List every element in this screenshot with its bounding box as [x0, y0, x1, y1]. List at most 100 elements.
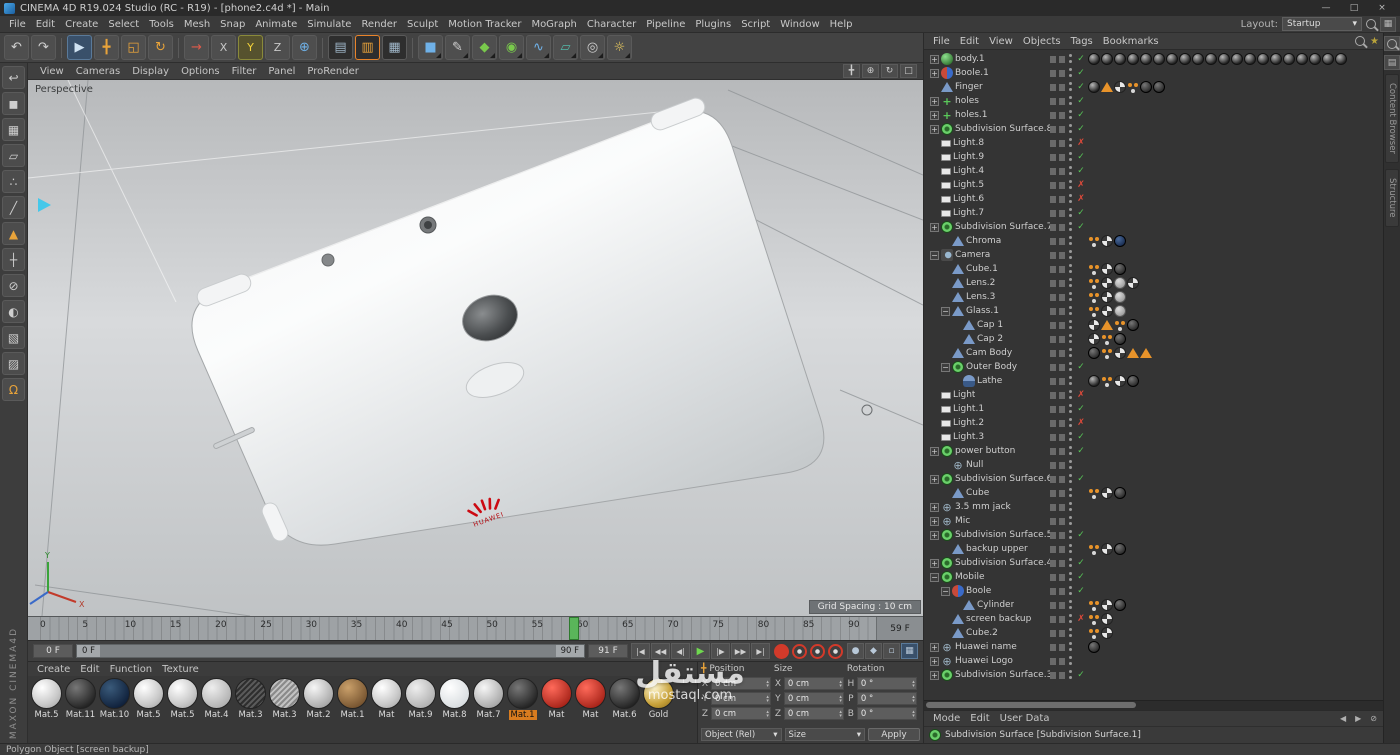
visibility-dots[interactable] [1068, 207, 1073, 219]
range-start-grip[interactable]: 0 F [77, 645, 100, 657]
checker-tag[interactable] [1101, 599, 1113, 611]
viewport-menu-cameras[interactable]: Cameras [70, 66, 126, 77]
material-mat-2-8[interactable]: Mat.2 [302, 678, 335, 741]
enable-state[interactable]: ✓ [1076, 530, 1086, 540]
dark-tag[interactable] [1114, 263, 1126, 275]
expand-toggle[interactable]: + [930, 54, 939, 64]
keyframe-selection-toggle[interactable]: ◆ [865, 643, 882, 659]
photo-tag[interactable] [1153, 53, 1165, 65]
menu-tools[interactable]: Tools [144, 18, 179, 31]
photo-tag[interactable] [1296, 53, 1308, 65]
close-button[interactable]: × [1368, 1, 1396, 15]
material-mat-6-17[interactable]: Mat.6 [608, 678, 641, 741]
dark-tag[interactable] [1127, 319, 1139, 331]
visibility-dots[interactable] [1068, 53, 1073, 65]
visibility-dots[interactable] [1068, 375, 1073, 387]
visibility-dots[interactable] [1068, 221, 1073, 233]
checker-tag[interactable] [1101, 487, 1113, 499]
texture-paint-icon[interactable]: ▨ [2, 352, 25, 375]
visibility-dots[interactable] [1068, 655, 1073, 667]
checker-tag[interactable] [1101, 263, 1113, 275]
object-row-cube-1[interactable]: Cube.1 [924, 262, 1383, 276]
layer-toggle[interactable] [1050, 433, 1065, 441]
visibility-dots[interactable] [1068, 179, 1073, 191]
scale-tool[interactable]: ◱ [121, 35, 146, 60]
object-row-subdivision-surface-6[interactable]: + Subdivision Surface.6 ✓ [924, 472, 1383, 486]
visibility-dots[interactable] [1068, 123, 1073, 135]
photo-tag[interactable] [1088, 81, 1100, 93]
search-icon[interactable] [1355, 36, 1366, 46]
checker-tag[interactable] [1114, 375, 1126, 387]
menu-plugins[interactable]: Plugins [690, 18, 736, 31]
stepper-down[interactable]: ▾ [766, 683, 769, 688]
primitive-cube-menu[interactable]: ■ [418, 35, 443, 60]
polygons-mode-icon[interactable]: ▲ [2, 222, 25, 245]
expand-toggle[interactable]: + [930, 670, 939, 680]
visibility-dots[interactable] [1068, 473, 1073, 485]
layer-toggle[interactable] [1050, 349, 1065, 357]
history-forward-icon[interactable]: ▶ [1353, 714, 1363, 723]
menu-simulate[interactable]: Simulate [302, 18, 356, 31]
object-row-cube-2[interactable]: Cube.2 [924, 626, 1383, 640]
photo-tag[interactable] [1335, 53, 1347, 65]
enable-state[interactable]: ✓ [1076, 82, 1086, 92]
dark-tag[interactable] [1153, 81, 1165, 93]
start-frame-field[interactable]: 0 F [33, 644, 73, 658]
odots-tag[interactable] [1088, 613, 1100, 625]
layer-toggle[interactable] [1050, 419, 1065, 427]
photo-tag[interactable] [1140, 53, 1152, 65]
visibility-dots[interactable] [1068, 515, 1073, 527]
history-back-icon[interactable]: ◀ [1338, 714, 1348, 723]
object-row-body-1[interactable]: + body.1 ✓ [924, 52, 1383, 66]
visibility-dots[interactable] [1068, 501, 1073, 513]
photo-tag[interactable] [1244, 53, 1256, 65]
checker-tag[interactable] [1101, 277, 1113, 289]
enable-state[interactable]: ✓ [1076, 54, 1086, 64]
object-row-holes[interactable]: + + holes ✓ [924, 94, 1383, 108]
object-row-light[interactable]: Light ✗ [924, 388, 1383, 402]
menu-pipeline[interactable]: Pipeline [641, 18, 690, 31]
dark-tag[interactable] [1088, 641, 1100, 653]
coordinate-field-position-z[interactable]: 0 cm ▴ ▾ [711, 707, 771, 720]
keyframe-grid-button[interactable]: ▦ [901, 643, 918, 659]
stepper-down[interactable]: ▾ [912, 683, 915, 688]
menu-edit[interactable]: Edit [31, 18, 60, 31]
expand-toggle[interactable]: − [930, 250, 939, 260]
expand-toggle[interactable]: + [930, 446, 939, 456]
panel-tab-content-browser[interactable]: Content Browser [1385, 74, 1399, 163]
field-stepper[interactable]: ▴ ▾ [766, 679, 769, 688]
layer-toggle[interactable] [1050, 671, 1065, 679]
menu-snap[interactable]: Snap [215, 18, 250, 31]
previous-frame-button[interactable]: ◀| [671, 643, 690, 659]
photo-tag[interactable] [1192, 53, 1204, 65]
layer-toggle[interactable] [1050, 279, 1065, 287]
om-menu-bookmarks[interactable]: Bookmarks [1098, 36, 1164, 47]
size-mode-dropdown[interactable]: Size ▾ [784, 728, 865, 741]
field-stepper[interactable]: ▴ ▾ [839, 694, 842, 703]
photo-tag[interactable] [1257, 53, 1269, 65]
viewport-menu-prorender[interactable]: ProRender [301, 66, 364, 77]
expand-toggle[interactable]: + [930, 558, 939, 568]
dark-tag[interactable] [1114, 543, 1126, 555]
expand-toggle[interactable]: + [930, 642, 939, 652]
object-row-finger[interactable]: Finger ✓ [924, 80, 1383, 94]
visibility-dots[interactable] [1068, 641, 1073, 653]
menu-help[interactable]: Help [825, 18, 858, 31]
edges-mode-icon[interactable]: ╱ [2, 196, 25, 219]
checker-tag[interactable] [1127, 277, 1139, 289]
visibility-dots[interactable] [1068, 277, 1073, 289]
material-mat-1-9[interactable]: Mat.1 [336, 678, 369, 741]
visibility-dots[interactable] [1068, 389, 1073, 401]
object-row-light-8[interactable]: Light.8 ✗ [924, 136, 1383, 150]
stepper-down[interactable]: ▾ [839, 683, 842, 688]
stepper-down[interactable]: ▾ [912, 713, 915, 718]
checker-tag[interactable] [1101, 305, 1113, 317]
odots-tag[interactable] [1101, 375, 1113, 387]
expand-toggle[interactable]: + [930, 222, 939, 232]
dark-tag[interactable] [1127, 375, 1139, 387]
layer-toggle[interactable] [1050, 55, 1065, 63]
photo-tag[interactable] [1127, 53, 1139, 65]
material-menu-edit[interactable]: Edit [75, 664, 104, 675]
search-icon[interactable] [1366, 19, 1376, 29]
coordinate-field-rotation-p[interactable]: 0 ° ▴ ▾ [856, 692, 917, 705]
